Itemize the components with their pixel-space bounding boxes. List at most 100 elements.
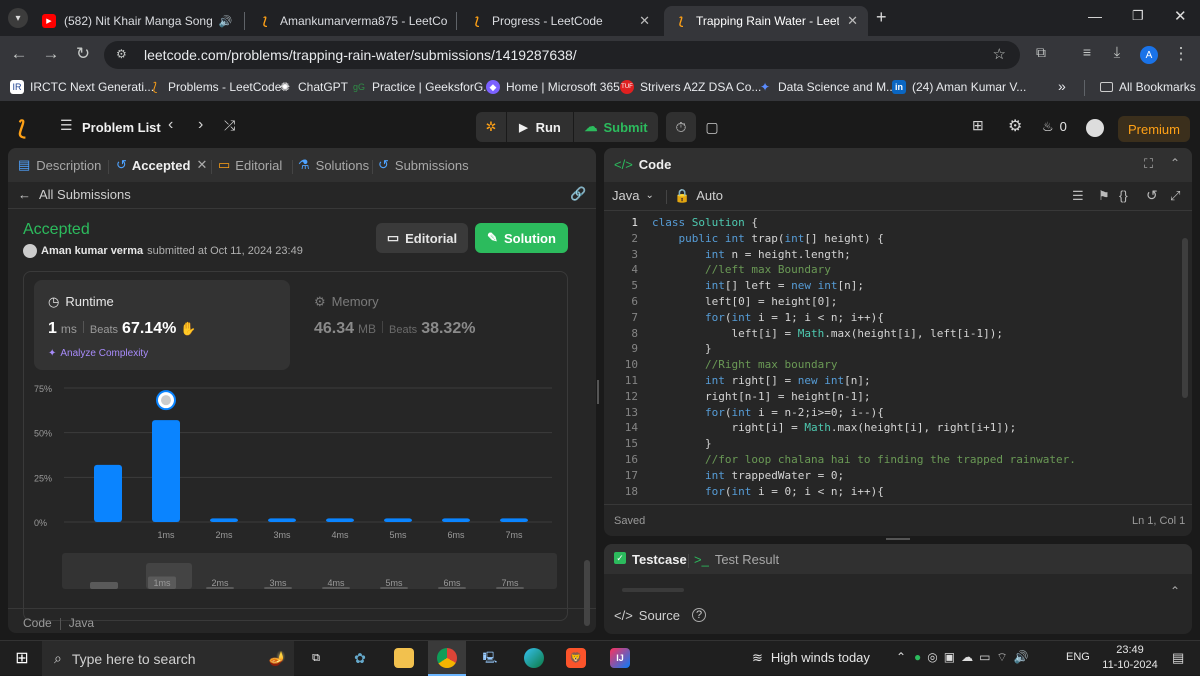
notes-button[interactable]: ▢ <box>698 112 726 142</box>
leetcode-logo-icon[interactable]: ⟅ <box>18 116 26 141</box>
restore-button[interactable]: ❐ <box>1132 8 1144 24</box>
premium-button[interactable]: Premium <box>1118 116 1190 142</box>
language-indicator[interactable]: ENG <box>1066 651 1090 663</box>
app-icon[interactable]: 🖳 <box>480 648 500 668</box>
close-tab-icon[interactable]: ✕ <box>196 157 207 173</box>
close-tab-icon[interactable]: ✕ <box>631 13 650 29</box>
debug-button[interactable]: ✲ <box>476 112 506 142</box>
code-editor[interactable]: 1 class Solution {2 public int trap(int[]… <box>604 215 1184 501</box>
bookmarks-overflow-button[interactable]: » <box>1058 78 1066 94</box>
panel-scrollbar[interactable] <box>584 560 590 626</box>
close-window-button[interactable]: ✕ <box>1174 7 1187 25</box>
line-number: 16 <box>624 453 638 466</box>
bookmark-item[interactable]: ɡG Practice | GeeksforG... <box>352 80 493 94</box>
back-arrow-icon[interactable]: ← <box>8 44 30 64</box>
expand-chevron-icon[interactable]: ⌃ <box>1170 584 1180 598</box>
reset-icon[interactable]: ↺ <box>1146 187 1158 204</box>
submitter-name[interactable]: Aman kumar verma <box>41 245 143 257</box>
share-link-icon[interactable]: 🔗 <box>570 186 586 202</box>
tray-icons[interactable]: ● ◎ ▣ ☁ ▭ ⌔ 🔊 <box>914 650 1029 665</box>
memory-card[interactable]: ⚙ Memory 46.34 MB Beats 38.32% <box>300 280 556 370</box>
bookmark-item[interactable]: ⟅ Problems - LeetCode <box>148 80 282 94</box>
streak-counter[interactable]: ♨ 0 <box>1042 119 1067 135</box>
tab-search-button[interactable]: ▾ <box>8 8 28 28</box>
tab-submissions[interactable]: ↺ Submissions <box>378 157 469 173</box>
profile-avatar[interactable]: A <box>1140 46 1158 64</box>
resize-handle[interactable] <box>886 538 910 540</box>
edge-icon[interactable] <box>524 648 544 668</box>
notifications-icon[interactable]: ▤ <box>1172 650 1184 666</box>
windows-start-icon[interactable]: ⊞ <box>12 648 32 668</box>
intellij-icon[interactable]: IJ <box>610 648 630 668</box>
problem-list-button[interactable]: Problem List <box>82 120 161 135</box>
browser-tab[interactable]: ▶ (582) Nit Khair Manga Song 🔊 ✕ <box>32 6 240 36</box>
run-button[interactable]: ▶ Run <box>507 112 573 142</box>
address-bar[interactable]: ⚙ leetcode.com/problems/trapping-rain-wa… <box>104 41 1020 69</box>
all-submissions-link[interactable]: ← All Submissions <box>18 187 131 202</box>
close-tab-icon[interactable]: ✕ <box>447 13 452 29</box>
format-icon[interactable]: ☰ <box>1072 188 1084 204</box>
browser-tab[interactable]: ⟅ Progress - LeetCode ✕ <box>460 6 660 36</box>
editor-scrollbar[interactable] <box>1182 238 1188 398</box>
minimize-button[interactable]: — <box>1088 8 1102 24</box>
task-view-icon[interactable]: ⧉ <box>306 648 326 668</box>
bookmark-item[interactable]: in (24) Aman Kumar V... <box>892 80 1026 94</box>
extensions-icon[interactable]: ⧉ <box>1030 44 1052 61</box>
reload-icon[interactable]: ↻ <box>72 44 94 64</box>
tab-editorial[interactable]: ▭ Editorial <box>218 157 282 173</box>
chrome-taskbar-button[interactable] <box>428 641 466 676</box>
maximize-icon[interactable]: ⛶ <box>1144 156 1153 172</box>
all-bookmarks-button[interactable]: All Bookmarks <box>1100 80 1196 94</box>
bookmark-item[interactable]: IR IRCTC Next Generati... <box>10 80 154 94</box>
line-number: 11 <box>624 374 638 387</box>
tab-description[interactable]: ▤ Description <box>18 157 101 173</box>
new-tab-button[interactable]: + <box>876 7 887 28</box>
layout-icon[interactable]: ⊞ <box>972 117 984 134</box>
solution-button[interactable]: ✎ Solution <box>475 223 568 253</box>
close-tab-icon[interactable]: ✕ <box>839 13 858 29</box>
submit-button[interactable]: ☁ Submit <box>574 112 658 142</box>
braces-icon[interactable]: {} <box>1119 188 1128 203</box>
user-avatar[interactable] <box>1086 119 1104 137</box>
browser-menu-icon[interactable]: ⋮ <box>1170 44 1192 64</box>
shuffle-icon[interactable]: ⤮ <box>224 117 235 134</box>
site-info-icon[interactable]: ⚙ <box>116 47 127 61</box>
runtime-card[interactable]: ◷ Runtime 1 ms Beats 67.14% ✋ ✦ Analyze Co… <box>34 280 290 370</box>
media-controls-icon[interactable]: ≡ <box>1076 44 1098 60</box>
collapse-chevron-icon[interactable]: ⌃ <box>1170 156 1180 170</box>
bookmark-item[interactable]: ✦ Data Science and M... <box>758 80 896 94</box>
tray-chevron-icon[interactable]: ⌃ <box>896 650 906 664</box>
editorial-button[interactable]: ▭ Editorial <box>376 223 468 253</box>
forward-arrow-icon[interactable]: → <box>40 44 62 64</box>
browser-tab-active[interactable]: ⟅ Trapping Rain Water - LeetCode ✕ <box>664 6 868 36</box>
browser-tab[interactable]: ⟅ Amankumarverma875 - LeetCo ✕ <box>248 6 452 36</box>
download-icon[interactable]: ⤓ <box>1106 44 1128 61</box>
tab-test-result[interactable]: >_ Test Result <box>694 552 779 567</box>
bookmark-star-icon[interactable]: ☆ <box>993 45 1006 63</box>
timer-button[interactable]: ⏱ <box>666 112 696 142</box>
tab-testcase[interactable]: ✓ Testcase <box>614 552 687 567</box>
bookmark-icon[interactable]: ⚑ <box>1098 188 1110 204</box>
bookmark-item[interactable]: ✺ ChatGPT <box>278 80 348 94</box>
next-problem-icon[interactable]: › <box>198 116 203 134</box>
bookmark-item[interactable]: TUF Strivers A2Z DSA Co... <box>620 80 761 94</box>
tab-accepted[interactable]: ↺ Accepted ✕ <box>116 157 207 173</box>
resize-handle[interactable] <box>597 380 599 404</box>
language-select[interactable]: Java ⌄ <box>612 188 654 203</box>
analyze-complexity-link[interactable]: ✦ Analyze Complexity <box>48 348 148 359</box>
source-button[interactable]: </> Source ? <box>614 608 706 623</box>
settings-gear-icon[interactable]: ⚙ <box>1008 116 1022 136</box>
brave-icon[interactable]: 🦁 <box>566 648 586 668</box>
weather-widget[interactable]: ≋ High winds today <box>752 650 870 666</box>
file-explorer-icon[interactable] <box>394 648 414 668</box>
tab-solutions[interactable]: ⚗ Solutions <box>298 157 369 173</box>
prev-problem-icon[interactable]: ‹ <box>168 116 173 134</box>
taskbar-search-box[interactable]: ⌕ Type here to search 🪔 <box>42 641 294 676</box>
auto-mode-toggle[interactable]: 🔒 Auto <box>674 188 723 204</box>
copilot-icon[interactable]: ✿ <box>350 648 370 668</box>
clock[interactable]: 23:49 11-10-2024 <box>1100 643 1160 673</box>
fullscreen-icon[interactable]: ⤢ <box>1170 188 1180 204</box>
bookmark-item[interactable]: ◆ Home | Microsoft 365 <box>486 80 620 94</box>
close-tab-icon[interactable]: ✕ <box>232 13 240 29</box>
help-icon[interactable]: ? <box>692 608 706 622</box>
